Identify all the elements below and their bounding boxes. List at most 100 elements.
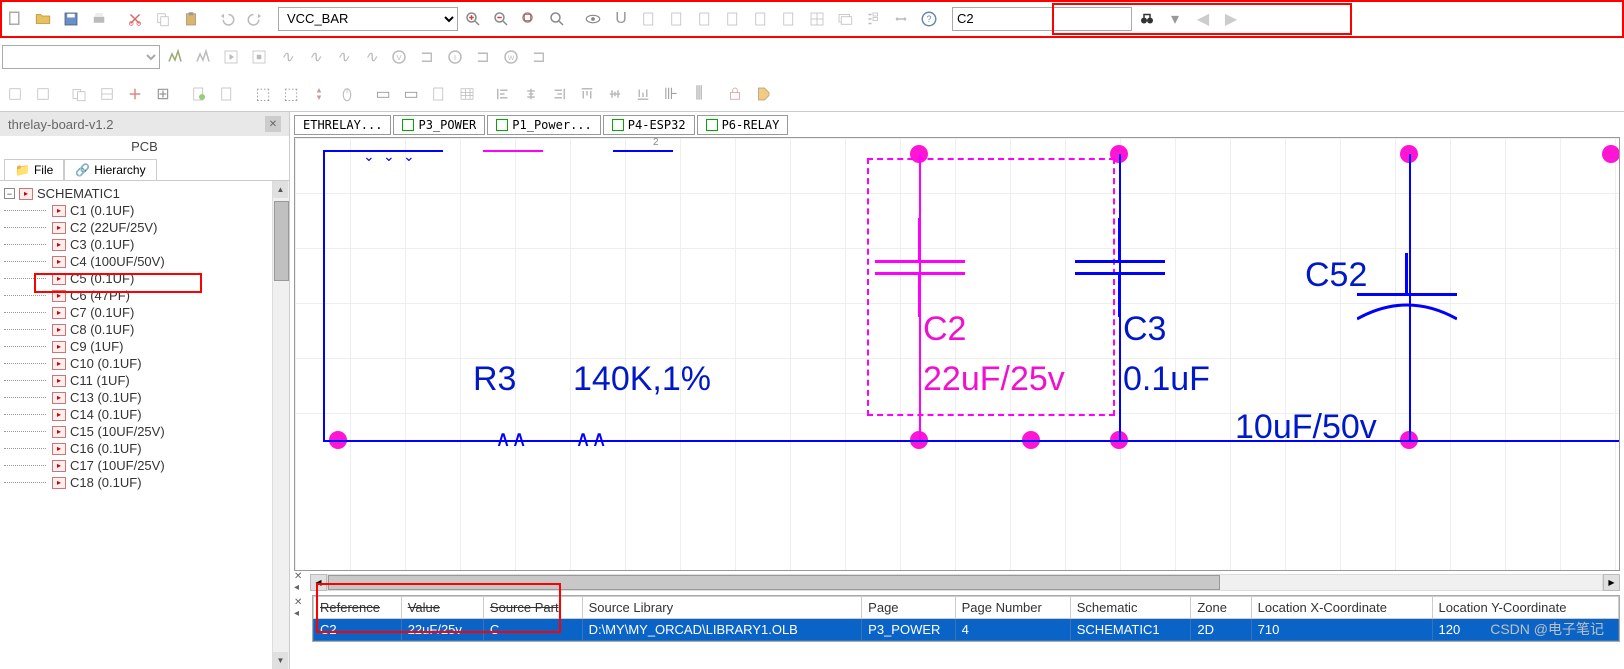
align-right-icon[interactable] (546, 81, 572, 107)
redo-icon[interactable] (242, 6, 268, 32)
tree-item[interactable]: ▸C6 (47PF) (2, 287, 287, 304)
t3-12-icon[interactable]: ▭ (370, 81, 396, 107)
t3-1-icon[interactable] (2, 81, 28, 107)
prev-result-icon[interactable]: ◀ (1190, 6, 1216, 32)
t2-gate1-icon[interactable]: ⊐ (414, 44, 440, 70)
table-cell[interactable]: 4 (955, 619, 1070, 641)
tab-hierarchy[interactable]: 🔗Hierarchy (64, 159, 156, 180)
new-icon[interactable] (2, 6, 28, 32)
tree-item[interactable]: ▸C13 (0.1UF) (2, 389, 287, 406)
table-cell[interactable]: 710 (1251, 619, 1432, 641)
tree-item[interactable]: ▸C3 (0.1UF) (2, 236, 287, 253)
doc4-icon[interactable] (720, 6, 746, 32)
schematic-label[interactable]: C3 (1123, 310, 1166, 349)
zoom-in-icon[interactable] (460, 6, 486, 32)
schematic-label[interactable]: 22uF/25v (923, 360, 1065, 399)
table-cell[interactable]: 2D (1191, 619, 1251, 641)
scroll-up-icon[interactable]: ▲ (273, 181, 288, 198)
table-cell[interactable]: 22uF/25v (401, 619, 483, 641)
net-combo[interactable]: VCC_BAR (278, 7, 458, 31)
t3-5-icon[interactable] (122, 81, 148, 107)
t3-13-icon[interactable]: ▭ (398, 81, 424, 107)
tree-item[interactable]: ▸C17 (10UF/25V) (2, 457, 287, 474)
table-cell[interactable]: P3_POWER (862, 619, 955, 641)
grid-icon[interactable] (804, 6, 830, 32)
t3-4-icon[interactable] (94, 81, 120, 107)
schematic-label[interactable]: C52 (1305, 256, 1367, 295)
t2-gate3-icon[interactable]: ⊐ (526, 44, 552, 70)
panel-close-icon[interactable]: ✕ (265, 116, 281, 132)
table-cell[interactable]: SCHEMATIC1 (1070, 619, 1191, 641)
doc-tab[interactable]: P4-ESP32 (603, 115, 695, 135)
resistor-symbol[interactable]: ∧∧ (495, 426, 527, 452)
t3-lock-icon[interactable] (722, 81, 748, 107)
t3-3-icon[interactable] (66, 81, 92, 107)
resistor-symbol[interactable]: ∧∧ (575, 426, 607, 452)
zoom-area-icon[interactable] (516, 6, 542, 32)
t3-11-icon[interactable] (306, 81, 332, 107)
dist-h-icon[interactable]: ⊪ (658, 81, 684, 107)
t3-8-icon[interactable] (214, 81, 240, 107)
cut-icon[interactable] (122, 6, 148, 32)
t3-7-icon[interactable] (186, 81, 212, 107)
t2-play-icon[interactable] (218, 44, 244, 70)
doc-tab[interactable]: P6-RELAY (697, 115, 789, 135)
doc-tab[interactable]: P1_Power... (487, 115, 600, 135)
t3-6-icon[interactable]: ⊞ (150, 81, 176, 107)
tree-icon[interactable] (860, 6, 886, 32)
tree-item[interactable]: ▸C2 (22UF/25V) (2, 219, 287, 236)
t2-wave4-icon[interactable]: ∿ (358, 44, 384, 70)
table-header[interactable]: Source Part (483, 597, 582, 619)
hscroll-left-icon[interactable]: ◀ (310, 574, 327, 591)
t3-9-icon[interactable]: ⬚ (250, 81, 276, 107)
props-close-icon[interactable]: ✕◂ (294, 595, 308, 619)
align-bot-icon[interactable] (630, 81, 656, 107)
t3-14-icon[interactable] (426, 81, 452, 107)
schematic-label[interactable]: R3 (473, 360, 516, 399)
help-icon[interactable]: ? (916, 6, 942, 32)
tree-item[interactable]: ▸C9 (1UF) (2, 338, 287, 355)
table-cell[interactable]: C (483, 619, 582, 641)
table-cell[interactable]: D:\MY\MY_ORCAD\LIBRARY1.OLB (582, 619, 862, 641)
save-icon[interactable] (58, 6, 84, 32)
doc2-icon[interactable] (664, 6, 690, 32)
scroll-down-icon[interactable]: ▼ (273, 652, 288, 669)
tree-item[interactable]: ▸C16 (0.1UF) (2, 440, 287, 457)
t2-1-icon[interactable] (162, 44, 188, 70)
tab-file[interactable]: 📁File (4, 159, 64, 180)
table-header[interactable]: Page Number (955, 597, 1070, 619)
tool-u-icon[interactable]: U (608, 6, 634, 32)
t2-stop-icon[interactable] (246, 44, 272, 70)
t2-gate2-icon[interactable]: ⊐ (470, 44, 496, 70)
tree-item[interactable]: ▸C5 (0.1UF) (2, 270, 287, 287)
table-header[interactable]: Location Y-Coordinate (1432, 597, 1618, 619)
capacitor-symbol[interactable] (1075, 248, 1165, 288)
table-row[interactable]: C222uF/25vCD:\MY\MY_ORCAD\LIBRARY1.OLBP3… (314, 619, 1619, 641)
dropdown-icon[interactable]: ▾ (1162, 6, 1188, 32)
table-header[interactable]: Schematic (1070, 597, 1191, 619)
t2-v-icon[interactable]: V (386, 44, 412, 70)
tree-item[interactable]: ▸C11 (1UF) (2, 372, 287, 389)
t3-tag-icon[interactable] (750, 81, 776, 107)
table-header[interactable]: Reference (314, 597, 402, 619)
zoom-fit-icon[interactable] (544, 6, 570, 32)
open-icon[interactable] (30, 6, 56, 32)
align-left-icon[interactable] (490, 81, 516, 107)
search-input[interactable] (952, 7, 1132, 31)
paste-icon[interactable] (178, 6, 204, 32)
tree-item[interactable]: ▸C8 (0.1UF) (2, 321, 287, 338)
schematic-label[interactable]: C2 (923, 310, 966, 349)
dist-v-icon[interactable]: ⫼ (686, 81, 712, 107)
t3-10-icon[interactable]: ⬚ (278, 81, 304, 107)
hscroll-close-icon[interactable]: ✕◂ (294, 571, 308, 593)
next-result-icon[interactable]: ▶ (1218, 6, 1244, 32)
tree-item[interactable]: ▸C7 (0.1UF) (2, 304, 287, 321)
doc3-icon[interactable] (692, 6, 718, 32)
align-top-icon[interactable] (574, 81, 600, 107)
t3-mouse-icon[interactable] (334, 81, 360, 107)
table-cell[interactable]: C2 (314, 619, 402, 641)
schematic-canvas[interactable]: 2⌄⌄⌄∧∧∧∧R3140K,1%C222uF/25vC30.1uFC5210u… (294, 137, 1620, 571)
doc6-icon[interactable] (776, 6, 802, 32)
tree-root[interactable]: − ▸ SCHEMATIC1 (2, 185, 287, 202)
hscroll-track[interactable] (327, 574, 1603, 591)
